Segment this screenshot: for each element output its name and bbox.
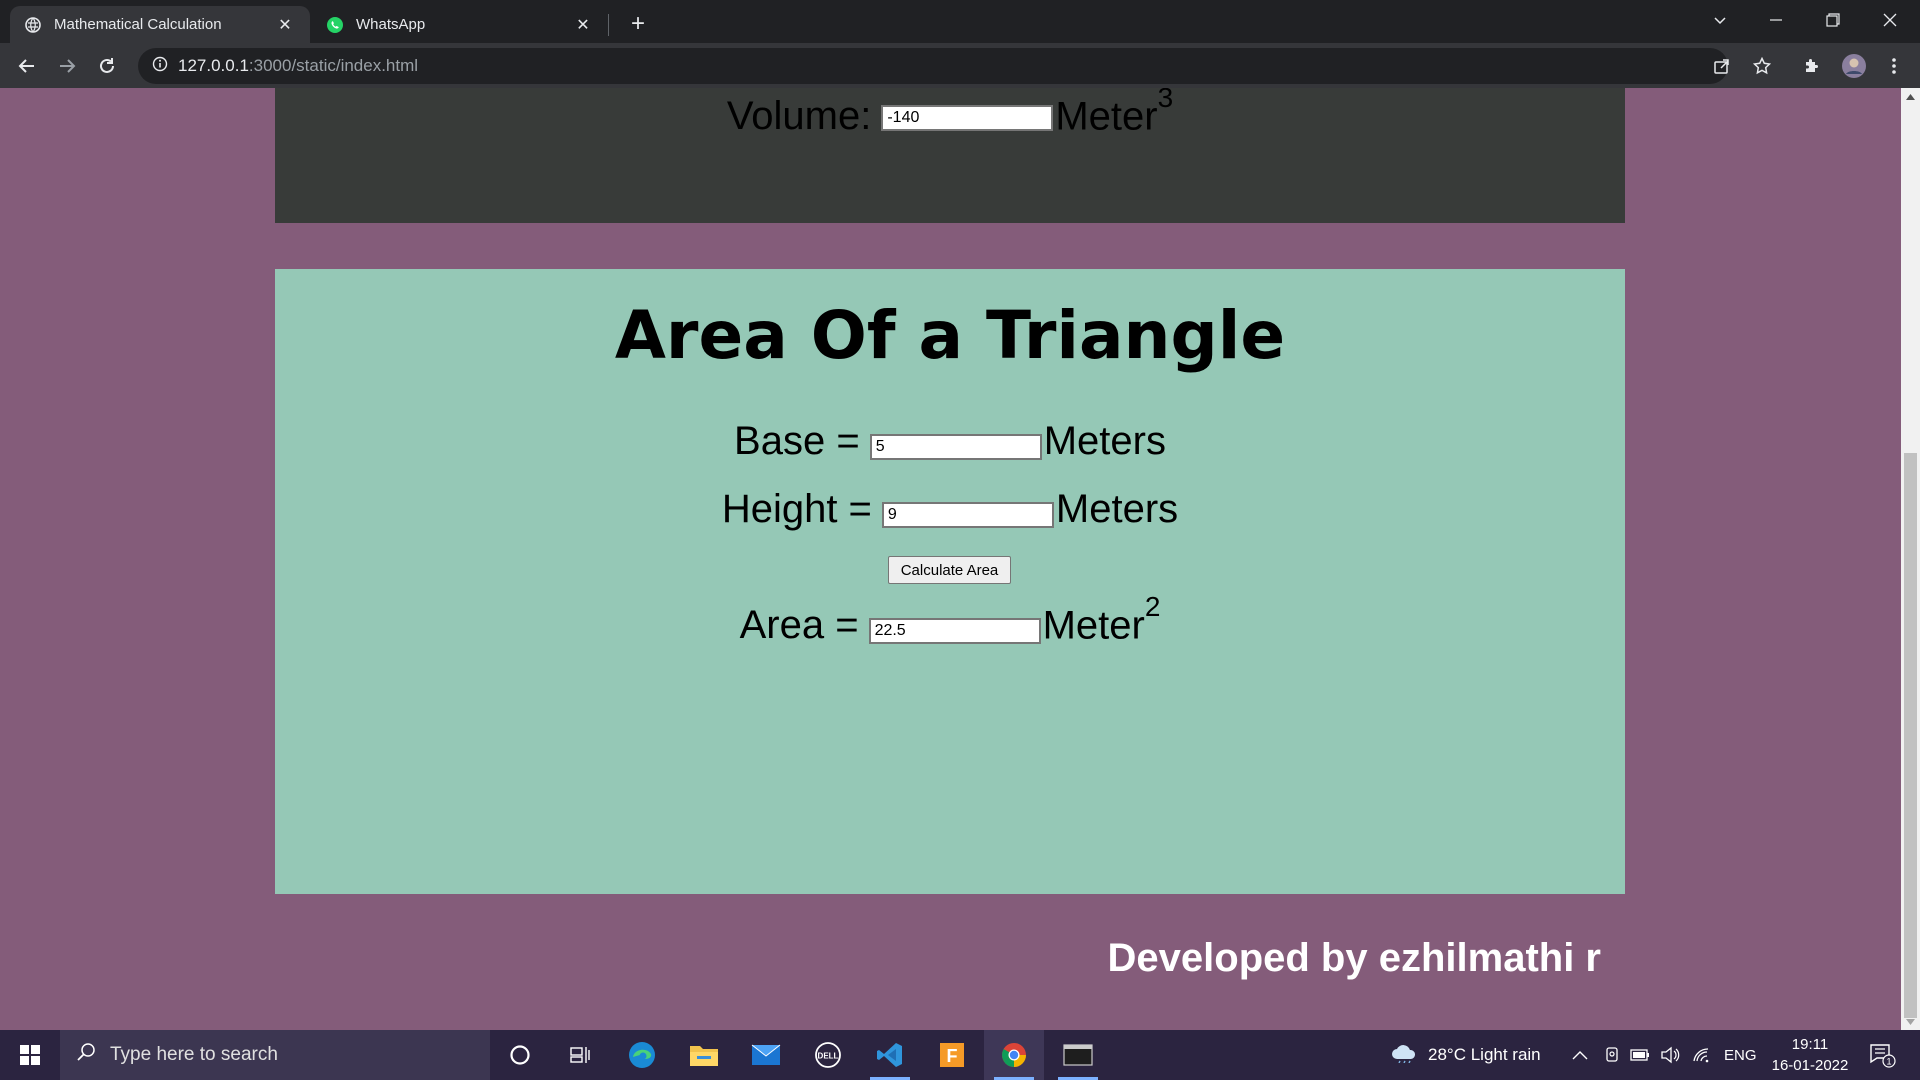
clock-date: 16-01-2022 [1771, 1057, 1849, 1074]
taskbar-search-box[interactable]: Type here to search [60, 1030, 490, 1080]
height-input[interactable] [881, 502, 1054, 528]
whatsapp-icon [326, 16, 344, 34]
tab-separator [608, 14, 609, 36]
meet-now-icon[interactable] [1603, 1030, 1621, 1080]
triangle-section-title: Area Of a Triangle [614, 297, 1286, 374]
input-language[interactable]: ENG [1724, 1030, 1757, 1080]
tab-mathematical-calculation[interactable]: Mathematical Calculation ✕ [10, 6, 310, 43]
dell-icon[interactable]: DELL [798, 1030, 858, 1080]
weather-text: 28°C Light rain [1428, 1045, 1541, 1064]
wifi-icon[interactable] [1692, 1030, 1712, 1080]
task-view-icon[interactable] [550, 1030, 610, 1080]
close-window-icon[interactable] [1862, 0, 1918, 40]
tab-whatsapp[interactable]: WhatsApp ✕ [312, 6, 608, 43]
scrollbar-thumb[interactable] [1904, 453, 1917, 1018]
triangle-area-card: Area Of a Triangle Base = Meters Height … [275, 269, 1625, 894]
file-explorer-icon[interactable] [674, 1030, 734, 1080]
terminal-icon[interactable] [1048, 1030, 1108, 1080]
volume-speaker-icon[interactable] [1660, 1030, 1680, 1080]
url-host: 127.0.0.1 [178, 56, 249, 75]
svg-text:DELL: DELL [818, 1052, 839, 1061]
bookmark-star-icon[interactable] [1745, 49, 1779, 83]
back-arrow-icon[interactable] [10, 49, 44, 83]
height-unit: Meters [1055, 487, 1179, 531]
taskbar-clock[interactable]: 19:11 16-01-2022 [1760, 1034, 1860, 1076]
browser-toolbar: 127.0.0.1:3000/static/index.html [0, 43, 1920, 88]
reload-icon[interactable] [90, 49, 124, 83]
address-bar[interactable]: 127.0.0.1:3000/static/index.html [138, 48, 1728, 84]
volume-label: Volume: [726, 94, 872, 139]
volume-result-field[interactable] [881, 105, 1054, 132]
windows-start-icon[interactable] [0, 1030, 60, 1080]
page-scrollbar[interactable] [1901, 88, 1920, 1030]
minimize-icon[interactable] [1748, 0, 1804, 40]
close-tab-icon[interactable]: ✕ [274, 14, 296, 36]
search-icon [76, 1042, 96, 1068]
volume-unit-exponent: 3 [1157, 88, 1174, 113]
weather-widget[interactable]: 28°C Light rain [1390, 1030, 1541, 1080]
height-row: Height = Meters [275, 487, 1625, 532]
area-row: Area = Meter2 [275, 591, 1625, 648]
restore-icon[interactable] [1805, 0, 1861, 40]
scroll-up-arrow-icon[interactable] [1901, 88, 1920, 105]
volume-unit: Meter3 [1055, 88, 1174, 139]
fusion-app-icon[interactable]: F [922, 1030, 982, 1080]
base-row: Base = Meters [275, 419, 1625, 464]
base-label: Base = [734, 419, 860, 463]
cortana-icon[interactable] [490, 1030, 550, 1080]
area-unit-text: Meter [1042, 603, 1145, 648]
area-label: Area = [739, 603, 859, 648]
developer-credit: Developed by ezhilmathi r [1107, 936, 1601, 980]
volume-result-row: Volume: Meter3 [275, 88, 1625, 139]
new-tab-button[interactable]: + [622, 8, 654, 40]
url-text: 127.0.0.1:3000/static/index.html [178, 56, 418, 76]
vscode-icon[interactable] [860, 1030, 920, 1080]
mail-icon[interactable] [736, 1030, 796, 1080]
menu-kebab-icon[interactable] [1877, 49, 1911, 83]
volume-card: Volume: Meter3 [275, 88, 1625, 223]
notification-count: 1 [1886, 1057, 1891, 1067]
notification-center-icon[interactable]: 1 [1868, 1030, 1896, 1080]
area-unit: Meter2 [1042, 591, 1161, 648]
tab-search-chevron-down-icon[interactable] [1692, 0, 1748, 40]
browser-tab-strip: Mathematical Calculation ✕ WhatsApp ✕ + [0, 0, 1920, 43]
site-info-icon[interactable] [152, 56, 168, 77]
svg-text:F: F [947, 1046, 958, 1066]
search-placeholder: Type here to search [110, 1044, 278, 1065]
profile-avatar[interactable] [1837, 49, 1871, 83]
edge-browser-icon[interactable] [612, 1030, 672, 1080]
tab-title: WhatsApp [356, 16, 426, 33]
clock-time: 19:11 [1791, 1036, 1829, 1053]
forward-arrow-icon[interactable] [50, 49, 84, 83]
share-icon[interactable] [1705, 49, 1739, 83]
cloud-rain-icon [1390, 1043, 1418, 1068]
extensions-puzzle-icon[interactable] [1795, 49, 1829, 83]
page-viewport: Volume: Meter3 Area Of a Triangle Base =… [0, 88, 1901, 1030]
height-label: Height = [721, 487, 872, 531]
base-unit: Meters [1043, 419, 1166, 463]
area-unit-exponent: 2 [1144, 591, 1161, 622]
scroll-down-arrow-icon[interactable] [1901, 1013, 1920, 1030]
chrome-icon[interactable] [984, 1030, 1044, 1080]
tab-title: Mathematical Calculation [54, 16, 222, 33]
area-result-field[interactable] [868, 618, 1041, 645]
base-input[interactable] [869, 434, 1042, 460]
calculate-area-button[interactable]: Calculate Area [888, 556, 1011, 584]
globe-icon [24, 16, 42, 34]
volume-unit-text: Meter [1055, 94, 1158, 139]
url-path: :3000/static/index.html [248, 56, 419, 75]
battery-icon[interactable] [1630, 1030, 1650, 1080]
show-hidden-icons-chevron-up-icon[interactable] [1572, 1030, 1588, 1080]
windows-taskbar: Type here to search DELL F 28°C Light ra… [0, 1030, 1920, 1080]
close-tab-icon[interactable]: ✕ [572, 14, 594, 36]
